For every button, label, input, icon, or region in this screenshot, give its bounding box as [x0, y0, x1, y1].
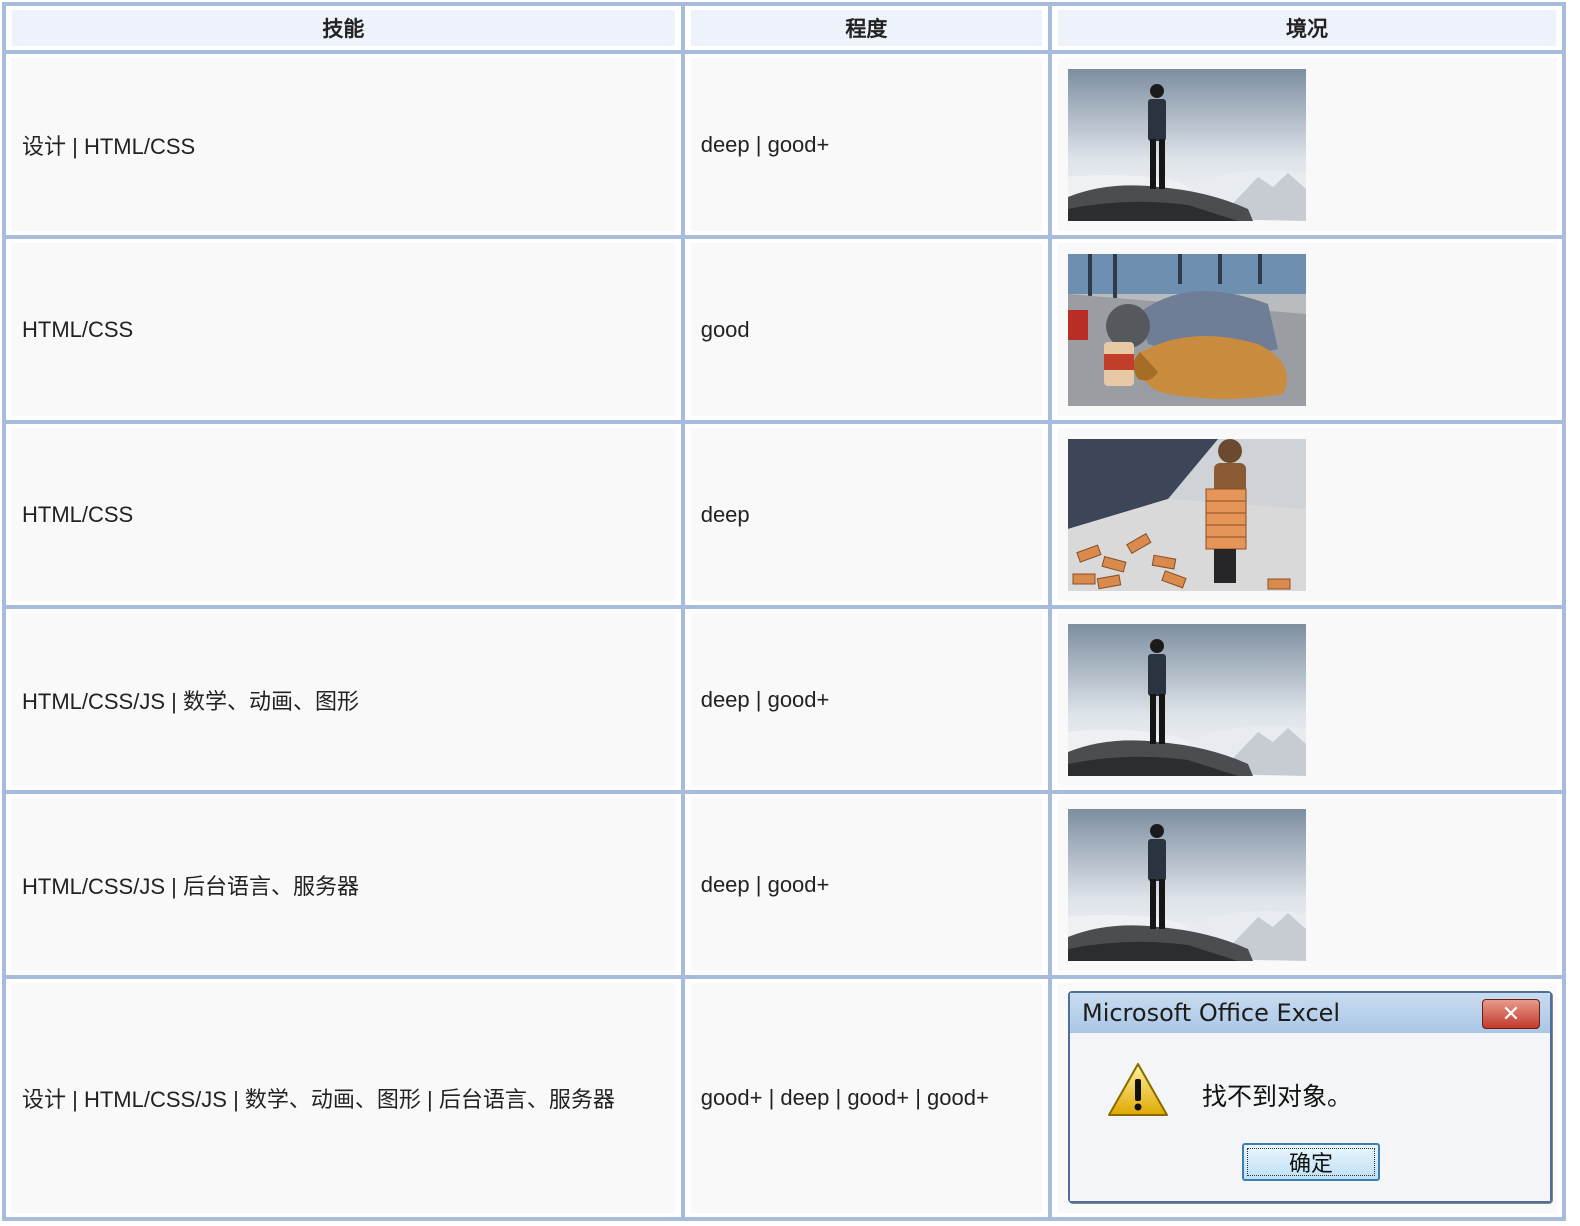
- skill-cell: HTML/CSS: [4, 422, 683, 607]
- header-skill-label: 技能: [12, 10, 675, 46]
- dialog-ok-button[interactable]: 确定: [1241, 1143, 1380, 1181]
- level-cell: good: [682, 237, 1050, 422]
- level-cell: deep | good+: [682, 52, 1050, 237]
- skill-text: 设计 | HTML/CSS/JS | 数学、动画、图形 | 后台语言、服务器: [12, 983, 675, 1213]
- situation-cell: Microsoft Office Excel ✕ 找不到对象。 确定: [1049, 977, 1564, 1219]
- dialog-body: 找不到对象。 确定: [1069, 1033, 1550, 1201]
- skill-cell: 设计 | HTML/CSS: [4, 52, 683, 237]
- table-row: 设计 | HTML/CSS deep | good+: [4, 52, 1564, 237]
- level-text: deep | good+: [690, 798, 1042, 971]
- skill-text: 设计 | HTML/CSS: [12, 58, 675, 231]
- level-text: good: [690, 243, 1042, 416]
- level-cell: good+ | deep | good+ | good+: [682, 977, 1050, 1219]
- beggar-with-dog-photo: [1067, 253, 1306, 406]
- header-level-label: 程度: [690, 10, 1042, 46]
- man-on-cliff-photo: [1067, 68, 1306, 221]
- situation-cell: [1049, 607, 1564, 792]
- table-row: HTML/CSS good: [4, 237, 1564, 422]
- table-row: HTML/CSS deep: [4, 422, 1564, 607]
- table-row: HTML/CSS/JS | 后台语言、服务器 deep | good+: [4, 792, 1564, 977]
- skill-text: HTML/CSS: [12, 428, 675, 601]
- excel-error-dialog: Microsoft Office Excel ✕ 找不到对象。 确定: [1067, 991, 1552, 1203]
- skill-text: HTML/CSS/JS | 后台语言、服务器: [12, 798, 675, 971]
- level-text: deep: [690, 428, 1042, 601]
- situation-cell: [1049, 237, 1564, 422]
- level-text: deep | good+: [690, 613, 1042, 786]
- header-level: 程度: [682, 4, 1050, 52]
- situation-cell: [1049, 52, 1564, 237]
- situation-cell: [1049, 792, 1564, 977]
- skill-cell: HTML/CSS/JS | 后台语言、服务器: [4, 792, 683, 977]
- dialog-close-button[interactable]: ✕: [1481, 999, 1540, 1029]
- level-cell: deep | good+: [682, 607, 1050, 792]
- skill-text: HTML/CSS/JS | 数学、动画、图形: [12, 613, 675, 786]
- skill-cell: HTML/CSS/JS | 数学、动画、图形: [4, 607, 683, 792]
- warning-icon: [1107, 1063, 1168, 1116]
- skill-cell: HTML/CSS: [4, 237, 683, 422]
- skill-text: HTML/CSS: [12, 243, 675, 416]
- header-skill: 技能: [4, 4, 683, 52]
- table-header-row: 技能 程度 境况: [4, 4, 1564, 52]
- dialog-title: Microsoft Office Excel: [1069, 993, 1550, 1033]
- header-situation: 境况: [1049, 4, 1564, 52]
- level-cell: deep | good+: [682, 792, 1050, 977]
- man-on-cliff-photo: [1067, 808, 1306, 961]
- skill-cell: 设计 | HTML/CSS/JS | 数学、动画、图形 | 后台语言、服务器: [4, 977, 683, 1219]
- header-situation-label: 境况: [1057, 10, 1556, 46]
- level-text: good+ | deep | good+ | good+: [690, 983, 1042, 1213]
- situation-cell: [1049, 422, 1564, 607]
- table-row: 设计 | HTML/CSS/JS | 数学、动画、图形 | 后台语言、服务器 g…: [4, 977, 1564, 1219]
- dialog-message: 找不到对象。: [1201, 1082, 1352, 1111]
- level-cell: deep: [682, 422, 1050, 607]
- child-carrying-bricks-photo: [1067, 438, 1306, 591]
- skills-table: 技能 程度 境况 设计 | HTML/CSS deep | good+ HTML…: [2, 2, 1566, 1221]
- table-row: HTML/CSS/JS | 数学、动画、图形 deep | good+: [4, 607, 1564, 792]
- man-on-cliff-photo: [1067, 623, 1306, 776]
- level-text: deep | good+: [690, 58, 1042, 231]
